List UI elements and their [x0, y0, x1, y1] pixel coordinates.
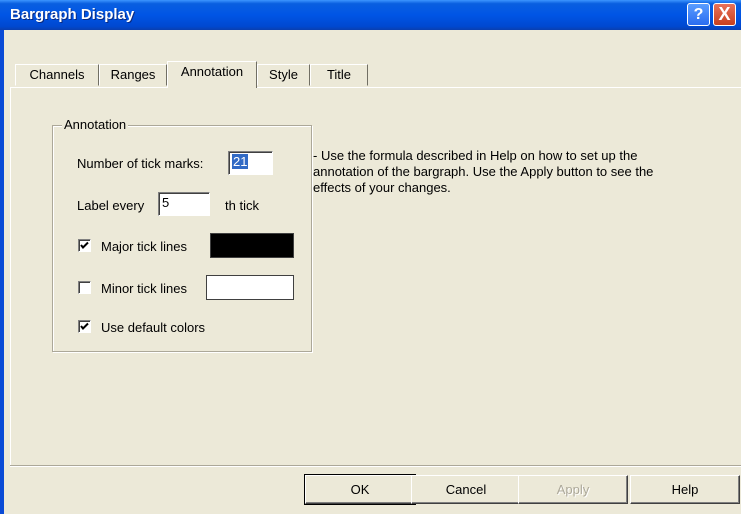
tick-marks-input[interactable]: 21 [228, 151, 273, 175]
default-colors-label: Use default colors [101, 320, 206, 335]
minor-tick-color-swatch[interactable] [206, 275, 294, 300]
help-button[interactable]: Help [630, 475, 740, 504]
major-tick-label: Major tick lines [101, 239, 187, 254]
help-description: - Use the formula described in Help on h… [313, 148, 654, 195]
title-bar[interactable]: Bargraph Display ? X [0, 0, 741, 30]
help-icon[interactable]: ? [687, 3, 710, 26]
checkmark-icon [80, 241, 89, 249]
annotation-group-label: Annotation [62, 117, 129, 132]
checkmark-icon [80, 322, 89, 330]
tick-marks-label: Number of tick marks: [77, 156, 204, 171]
ok-button[interactable]: OK [304, 474, 416, 505]
tab-style[interactable]: Style [257, 64, 310, 86]
tab-title[interactable]: Title [310, 64, 368, 86]
tick-marks-value: 21 [232, 154, 249, 169]
cancel-button[interactable]: Cancel [411, 475, 521, 504]
default-colors-checkbox[interactable] [78, 320, 91, 333]
minor-tick-label: Minor tick lines [101, 281, 187, 296]
window-title: Bargraph Display [10, 6, 135, 23]
bottom-separator [10, 465, 741, 467]
th-tick-label: th tick [225, 198, 259, 213]
major-tick-checkbox[interactable] [78, 239, 91, 252]
major-tick-color-swatch[interactable] [210, 233, 294, 258]
minor-tick-checkbox[interactable] [78, 281, 91, 294]
close-icon[interactable]: X [713, 3, 736, 26]
tab-annotation[interactable]: Annotation [167, 61, 257, 88]
label-every-input[interactable]: 5 [158, 192, 210, 216]
tab-ranges[interactable]: Ranges [99, 64, 167, 86]
window-frame-left [0, 30, 4, 514]
apply-button[interactable]: Apply [518, 475, 628, 504]
label-every-label: Label every [77, 198, 145, 213]
tab-channels[interactable]: Channels [15, 64, 99, 86]
